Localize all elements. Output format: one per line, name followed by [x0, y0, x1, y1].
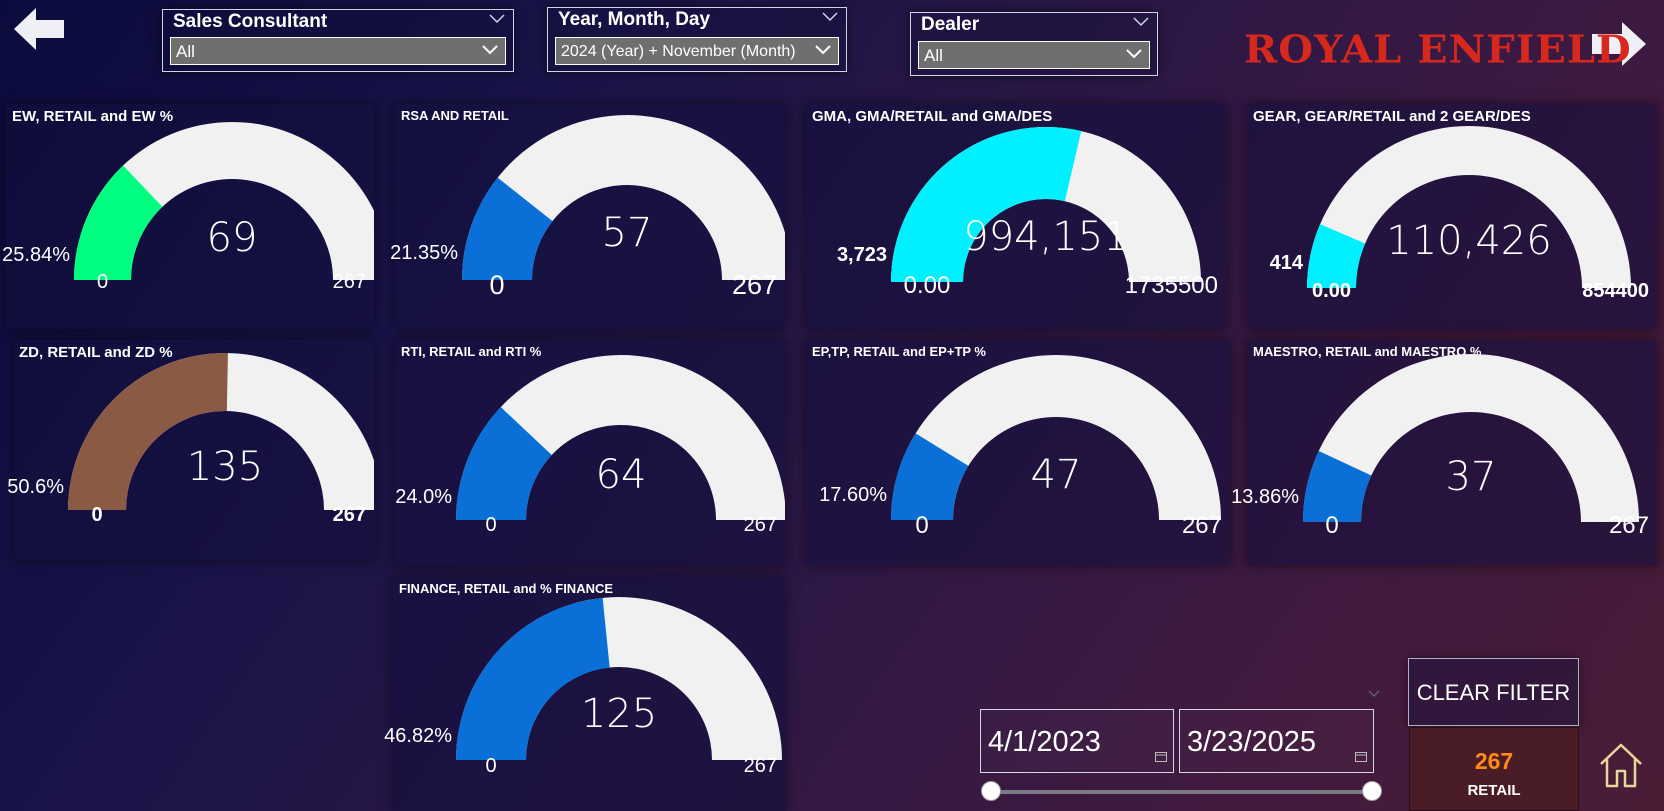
gauge-value: 110,426: [1386, 218, 1552, 264]
gauge-max-label: 267: [743, 755, 777, 777]
gauge-value: 37: [1445, 454, 1497, 500]
selected-value: All: [924, 46, 943, 65]
gauge-max-label: 267: [1608, 511, 1649, 539]
gauge-card-rsa[interactable]: RSA AND RETAIL 57 0 267 21.35%: [390, 104, 785, 329]
chevron-down-icon[interactable]: [1133, 17, 1149, 27]
royal-enfield-logo: ROYAL ENFIELD: [1244, 27, 1632, 72]
gauge-card-gma[interactable]: GMA, GMA/RETAIL and GMA/DES 994,151 0.00 1…: [806, 104, 1226, 329]
end-date-value: 3/23/2025: [1187, 726, 1317, 758]
gauge-max-label: 267: [731, 269, 777, 300]
start-date-input[interactable]: 4/1/2023: [980, 709, 1174, 773]
gauge-card-eptp[interactable]: EP,TP, RETAIL and EP+TP % 47 0 267 17.60%: [806, 340, 1230, 565]
selected-value: 2024 (Year) + November (Month): [561, 43, 796, 60]
gauge-target-label: 3,723: [836, 244, 887, 266]
gauge-value: 135: [186, 444, 264, 490]
home-button[interactable]: [1598, 741, 1644, 794]
gauge-card-rti[interactable]: RTI, RETAIL and RTI % 64 0 267 24.0%: [395, 340, 785, 565]
gauge-card-zd[interactable]: ZD, RETAIL and ZD % 135 0 267 50.6%: [7, 340, 374, 560]
gauge-target-label: 13.86%: [1231, 486, 1299, 508]
gauge-card-ew[interactable]: EW, RETAIL and EW % 69 0 267 25.84%: [2, 104, 374, 329]
end-date-input[interactable]: 3/23/2025: [1179, 709, 1374, 773]
dealer-dropdown[interactable]: All: [918, 41, 1150, 69]
gauge-card-gear[interactable]: GEAR, GEAR/RETAIL and 2 GEAR/DES 110,426…: [1247, 104, 1657, 329]
start-date-value: 4/1/2023: [988, 726, 1101, 758]
chevron-down-icon[interactable]: [822, 12, 838, 22]
date-range-slider-track[interactable]: [990, 790, 1373, 794]
dealer-slicer[interactable]: Dealer All: [910, 12, 1158, 76]
chevron-down-icon: [1126, 49, 1142, 59]
chevron-down-icon[interactable]: [489, 14, 505, 24]
gauge-target-label: 17.60%: [819, 484, 887, 506]
slicer-title: Sales Consultant: [173, 11, 328, 32]
selected-value: All: [176, 42, 195, 61]
gauge-target-label: 46.82%: [384, 725, 452, 747]
retail-kpi-card: 267 RETAIL: [1409, 727, 1579, 811]
sales-consultant-dropdown[interactable]: All: [170, 37, 506, 65]
gauge-target-label: 21.35%: [390, 242, 458, 264]
gauge-card-maestro[interactable]: MAESTRO, RETAIL and MAESTRO % 37 0 267 13.8…: [1231, 340, 1657, 565]
slicer-title: Year, Month, Day: [558, 9, 711, 30]
chevron-down-icon: [482, 45, 498, 55]
gauge-card-finance[interactable]: FINANCE, RETAIL and % FINANCE 125 0 267 46.…: [384, 577, 785, 811]
slicer-title: Dealer: [921, 14, 980, 35]
calendar-icon[interactable]: [1155, 751, 1167, 762]
date-range-end-handle[interactable]: [1362, 781, 1382, 801]
chevron-down-icon[interactable]: [1368, 690, 1380, 698]
gauge-min-label: 0.00: [1312, 280, 1351, 302]
chevron-down-icon: [815, 45, 831, 55]
gauge-target-label: 24.0%: [395, 486, 452, 508]
date-hierarchy-dropdown[interactable]: 2024 (Year) + November (Month): [555, 37, 839, 65]
gauge-max-label: 854400: [1582, 280, 1649, 302]
gauge-target-label: 50.6%: [7, 476, 64, 498]
gauge-max-label: 267: [743, 514, 777, 536]
calendar-icon[interactable]: [1355, 751, 1367, 762]
date-hierarchy-slicer[interactable]: Year, Month, Day 2024 (Year) + November …: [547, 7, 847, 72]
date-range-start-handle[interactable]: [981, 781, 1001, 801]
gauge-target-label: 414: [1269, 252, 1303, 274]
retail-label: RETAIL: [1467, 782, 1521, 799]
gauge-value: 125: [580, 691, 658, 737]
sales-consultant-slicer[interactable]: Sales Consultant All: [162, 9, 514, 72]
gauge-min-label: 0: [1325, 511, 1339, 539]
back-arrow-button[interactable]: [14, 8, 64, 50]
gauge-target-label: 25.84%: [2, 244, 70, 266]
retail-count: 267: [1474, 748, 1514, 774]
gauge-max-label: 267: [332, 271, 366, 293]
clear-filter-button[interactable]: CLEAR FILTER: [1408, 658, 1579, 726]
home-icon: [1600, 743, 1642, 788]
arrow-left-icon: [14, 8, 64, 50]
